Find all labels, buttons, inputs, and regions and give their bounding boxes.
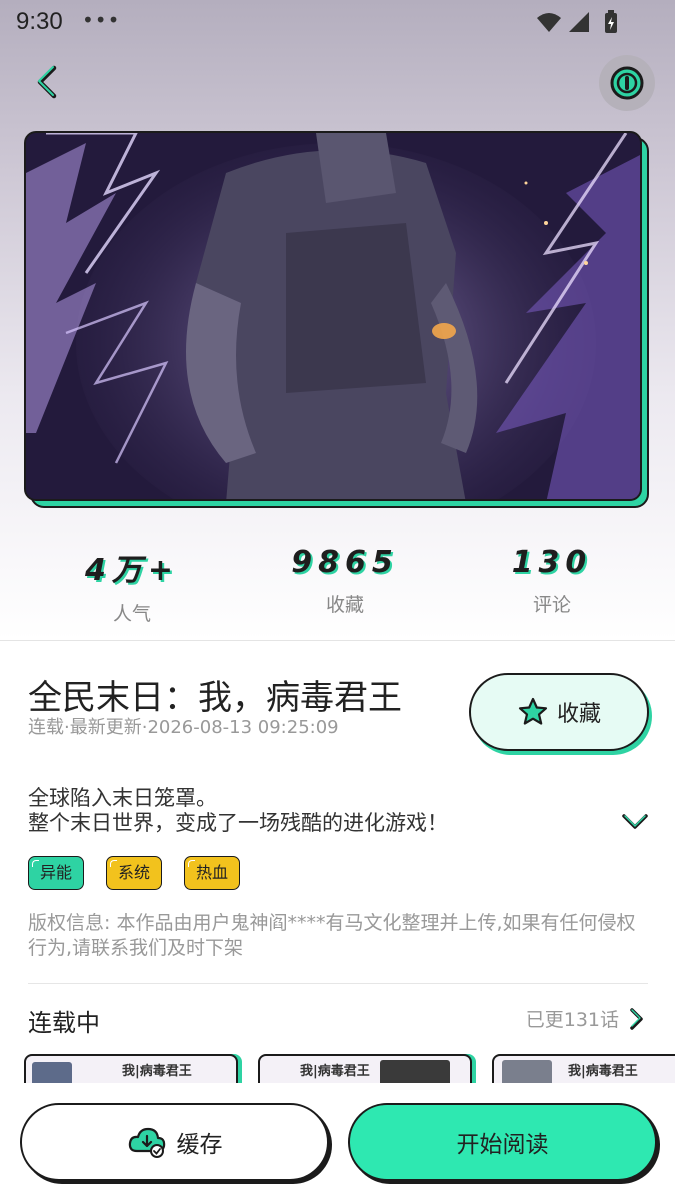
wifi-icon bbox=[537, 13, 561, 32]
cache-label: 缓存 bbox=[176, 1132, 223, 1158]
thumbnail-title: 我|病毒君王 bbox=[122, 1064, 192, 1079]
divider bbox=[28, 983, 648, 984]
coin-button[interactable] bbox=[599, 55, 655, 111]
tag[interactable]: 热血 bbox=[184, 856, 241, 890]
star-icon bbox=[518, 697, 548, 725]
chapter-thumbnail[interactable]: 我|病毒君王 bbox=[258, 1054, 472, 1084]
signal-battery-icons bbox=[537, 10, 617, 33]
update-info: 连载·最新更新·2026-08-13 09:25:09 bbox=[28, 717, 339, 738]
cellular-icon bbox=[569, 12, 589, 32]
cache-button[interactable]: 缓存 bbox=[20, 1103, 329, 1181]
stats-row: 4万+ 人气 9865 收藏 130 评论 bbox=[0, 545, 675, 625]
stat-value: 9865 bbox=[291, 545, 399, 580]
thumbnail-title: 我|病毒君王 bbox=[300, 1064, 370, 1079]
cover-illustration bbox=[26, 133, 640, 499]
serial-status: 连载中 bbox=[28, 1009, 100, 1037]
chapter-thumbnail[interactable]: 我|病毒君王 bbox=[492, 1054, 675, 1084]
chapter-list-link[interactable]: 已更131话 bbox=[526, 1005, 645, 1032]
stat-value: 4万+ bbox=[84, 553, 179, 588]
chevron-right-icon bbox=[630, 1007, 643, 1030]
divider bbox=[0, 640, 675, 641]
stat-label: 收藏 bbox=[325, 594, 364, 616]
chevron-left-icon bbox=[37, 65, 57, 99]
thumbnail-art bbox=[502, 1060, 552, 1084]
thumbnail-art bbox=[32, 1062, 72, 1084]
status-time: 9:30 bbox=[16, 8, 63, 35]
start-reading-label: 开始阅读 bbox=[456, 1132, 549, 1158]
start-reading-button[interactable]: 开始阅读 bbox=[348, 1103, 657, 1181]
stat-label: 人气 bbox=[112, 603, 151, 625]
copyright-notice: 版权信息: 本作品由用户鬼神阎****有马文化整理并上传,如果有任何侵权行为,请… bbox=[28, 912, 636, 959]
stat-label: 评论 bbox=[532, 594, 571, 616]
description-line: 整个末日世界，变成了一场残酷的进化游戏！ bbox=[28, 811, 448, 835]
stat-comments[interactable]: 130 评论 bbox=[452, 545, 652, 617]
stat-popularity: 4万+ 人气 bbox=[32, 545, 232, 626]
chapter-thumbnails: 我|病毒君王 我|病毒君王 我|病毒君王 bbox=[24, 1054, 675, 1084]
back-button[interactable] bbox=[28, 62, 68, 102]
favorite-button[interactable]: 收藏 bbox=[469, 673, 649, 751]
tag-list: 异能 系统 热血 bbox=[28, 856, 241, 890]
chapter-thumbnail[interactable]: 我|病毒君王 bbox=[24, 1054, 238, 1084]
favorite-label: 收藏 bbox=[556, 702, 601, 727]
chevron-down-icon[interactable] bbox=[620, 810, 650, 834]
description-line: 全球陷入末日笼罩。 bbox=[28, 786, 217, 810]
thumbnail-title: 我|病毒君王 bbox=[568, 1064, 638, 1079]
coin-icon bbox=[610, 66, 644, 100]
description: 全球陷入末日笼罩。 整个末日世界，变成了一场残酷的进化游戏！ bbox=[28, 786, 608, 836]
tag[interactable]: 系统 bbox=[106, 856, 163, 890]
notification-dots: ••• bbox=[82, 8, 121, 32]
cover-image bbox=[24, 131, 642, 501]
chapter-count: 已更131话 bbox=[525, 1009, 619, 1031]
cloud-download-icon bbox=[128, 1127, 165, 1158]
cover-artwork bbox=[24, 131, 649, 508]
stat-favorites: 9865 收藏 bbox=[245, 545, 445, 617]
stat-value: 130 bbox=[511, 545, 593, 580]
status-bar: 9:30 ••• bbox=[0, 0, 675, 46]
tag[interactable]: 异能 bbox=[28, 856, 85, 890]
comic-title: 全民末日：我，病毒君王 bbox=[28, 678, 402, 718]
thumbnail-art bbox=[380, 1060, 450, 1084]
